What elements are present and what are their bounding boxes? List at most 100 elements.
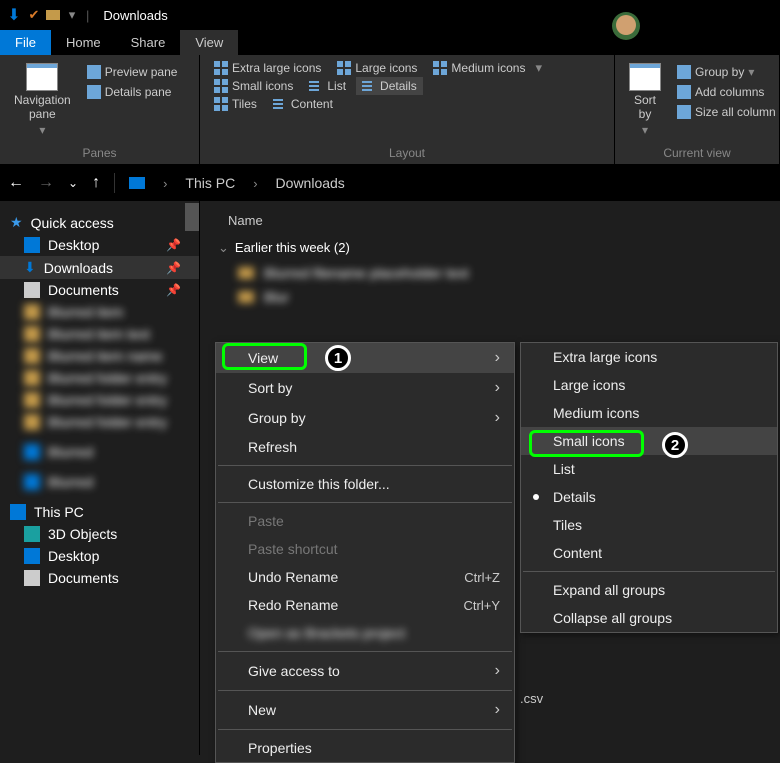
- back-button[interactable]: ←: [8, 174, 24, 192]
- ctx-new[interactable]: New›: [216, 695, 514, 725]
- small-icons-button[interactable]: Small icons: [208, 77, 299, 95]
- file-menu[interactable]: File: [0, 30, 51, 55]
- ctx-label: Paste: [248, 513, 284, 529]
- breadcrumb-this-pc[interactable]: This PC: [185, 175, 235, 191]
- ctx-paste-shortcut: Paste shortcut: [216, 535, 514, 563]
- sidebar-item-blurred[interactable]: Blurred item text: [0, 323, 199, 345]
- home-tab[interactable]: Home: [51, 30, 116, 55]
- view-tab[interactable]: View: [180, 30, 238, 55]
- sub-extra-large-icons[interactable]: Extra large icons: [521, 343, 777, 371]
- down-arrow-icon[interactable]: ⬇: [6, 7, 22, 23]
- tiles-button[interactable]: Tiles: [208, 95, 263, 113]
- ctx-label: Extra large icons: [553, 349, 657, 365]
- ctx-item-blurred[interactable]: Open as Brackets project: [216, 619, 514, 647]
- ctx-label: Content: [553, 545, 602, 561]
- folder-icon: [24, 370, 40, 386]
- ctx-view[interactable]: View›: [216, 343, 514, 373]
- add-columns-button[interactable]: Add columns: [671, 83, 780, 101]
- sub-small-icons[interactable]: Small icons: [521, 427, 777, 455]
- size-all-columns-button[interactable]: Size all column: [671, 103, 780, 121]
- downloads-icon: ⬇: [24, 259, 36, 276]
- sidebar-quick-access[interactable]: ★Quick access: [0, 211, 199, 234]
- share-tab[interactable]: Share: [116, 30, 181, 55]
- layout-group-label: Layout: [208, 146, 606, 162]
- column-header-name[interactable]: Name: [200, 201, 780, 234]
- ctx-redo-rename[interactable]: Redo RenameCtrl+Y: [216, 591, 514, 619]
- sidebar-label: Blurred folder entry: [48, 370, 167, 386]
- file-item-blurred[interactable]: Blur: [200, 286, 780, 308]
- details-button[interactable]: Details: [356, 77, 423, 95]
- dropdown-icon[interactable]: ▾: [64, 7, 80, 23]
- pc-icon: [10, 504, 26, 520]
- list-button[interactable]: List: [303, 77, 352, 95]
- ctx-give-access-to[interactable]: Give access to›: [216, 656, 514, 686]
- sidebar-desktop[interactable]: Desktop📌: [0, 234, 199, 256]
- sidebar-downloads[interactable]: ⬇Downloads📌: [0, 256, 199, 279]
- sub-collapse-all[interactable]: Collapse all groups: [521, 604, 777, 632]
- large-icons-button[interactable]: Large icons: [331, 59, 423, 77]
- group-by-button[interactable]: Group by ▾: [671, 63, 780, 81]
- sub-tiles[interactable]: Tiles: [521, 511, 777, 539]
- extra-large-icons-button[interactable]: Extra large icons: [208, 59, 327, 77]
- small-icons-label: Small icons: [232, 79, 293, 93]
- sub-expand-all[interactable]: Expand all groups: [521, 576, 777, 604]
- ctx-customize[interactable]: Customize this folder...: [216, 470, 514, 498]
- pc-icon[interactable]: [129, 177, 145, 189]
- extra-large-icons-label: Extra large icons: [232, 61, 321, 75]
- sidebar-item-blurred[interactable]: Blurred item name: [0, 345, 199, 367]
- forward-button[interactable]: →: [38, 174, 54, 192]
- medium-icons-button[interactable]: Medium icons: [427, 59, 531, 77]
- scrollbar-thumb[interactable]: [185, 203, 199, 231]
- ribbon: Navigation pane ▾ Preview pane Details p…: [0, 55, 780, 165]
- sidebar-item-blurred[interactable]: Blurred: [0, 441, 199, 463]
- breadcrumb-downloads[interactable]: Downloads: [276, 175, 345, 191]
- add-columns-label: Add columns: [695, 85, 764, 99]
- chevron-down-icon[interactable]: ▾: [535, 60, 542, 76]
- ctx-label: View: [248, 350, 278, 366]
- sidebar-label: Quick access: [31, 215, 114, 231]
- recent-dropdown[interactable]: ⌄: [68, 176, 78, 190]
- sidebar-item-blurred[interactable]: Blurred folder entry: [0, 411, 199, 433]
- chevron-right-icon[interactable]: ›: [253, 176, 257, 191]
- sub-medium-icons[interactable]: Medium icons: [521, 399, 777, 427]
- ctx-properties[interactable]: Properties: [216, 734, 514, 762]
- folder-icon: [238, 291, 254, 303]
- up-button[interactable]: ↑: [92, 174, 100, 192]
- sidebar-this-pc[interactable]: This PC: [0, 501, 199, 523]
- sub-content[interactable]: Content: [521, 539, 777, 567]
- sidebar-documents[interactable]: Documents📌: [0, 279, 199, 301]
- sidebar-item-blurred[interactable]: Blurred folder entry: [0, 389, 199, 411]
- radio-selected-icon: [533, 494, 539, 500]
- details-pane-button[interactable]: Details pane: [81, 83, 184, 101]
- content-button[interactable]: Content: [267, 95, 339, 113]
- sidebar-desktop-2[interactable]: Desktop: [0, 545, 199, 567]
- sort-by-button[interactable]: Sort by ▾: [623, 59, 667, 141]
- sidebar-item-blurred[interactable]: Blurred folder entry: [0, 367, 199, 389]
- sub-large-icons[interactable]: Large icons: [521, 371, 777, 399]
- small-icons-icon: [214, 79, 228, 93]
- ctx-refresh[interactable]: Refresh: [216, 433, 514, 461]
- menu-separator: [218, 465, 512, 466]
- sidebar-item-blurred[interactable]: Blurred: [0, 471, 199, 493]
- sidebar-item-blurred[interactable]: Blurred item: [0, 301, 199, 323]
- folder-icon[interactable]: [46, 10, 60, 20]
- ctx-label: Properties: [248, 740, 312, 756]
- sidebar-3d-objects[interactable]: 3D Objects: [0, 523, 199, 545]
- ctx-sort-by[interactable]: Sort by›: [216, 373, 514, 403]
- address-bar: ← → ⌄ ↑ › This PC › Downloads: [0, 165, 780, 201]
- navigation-pane-button[interactable]: Navigation pane ▾: [8, 59, 77, 141]
- user-avatar[interactable]: [612, 12, 640, 40]
- file-trailing-text: .csv: [520, 691, 543, 706]
- file-item-blurred[interactable]: Blurred filename placeholder text: [200, 262, 780, 284]
- sub-details[interactable]: Details: [521, 483, 777, 511]
- chevron-right-icon[interactable]: ›: [163, 176, 167, 191]
- ctx-group-by[interactable]: Group by›: [216, 403, 514, 433]
- check-icon[interactable]: ✔: [26, 7, 42, 23]
- group-earlier-this-week[interactable]: Earlier this week (2): [200, 234, 780, 262]
- file-name: Blurred filename placeholder text: [264, 265, 469, 281]
- ctx-undo-rename[interactable]: Undo RenameCtrl+Z: [216, 563, 514, 591]
- sidebar-documents-2[interactable]: Documents: [0, 567, 199, 589]
- sub-list[interactable]: List: [521, 455, 777, 483]
- preview-pane-button[interactable]: Preview pane: [81, 63, 184, 81]
- pin-icon: 📌: [166, 283, 181, 297]
